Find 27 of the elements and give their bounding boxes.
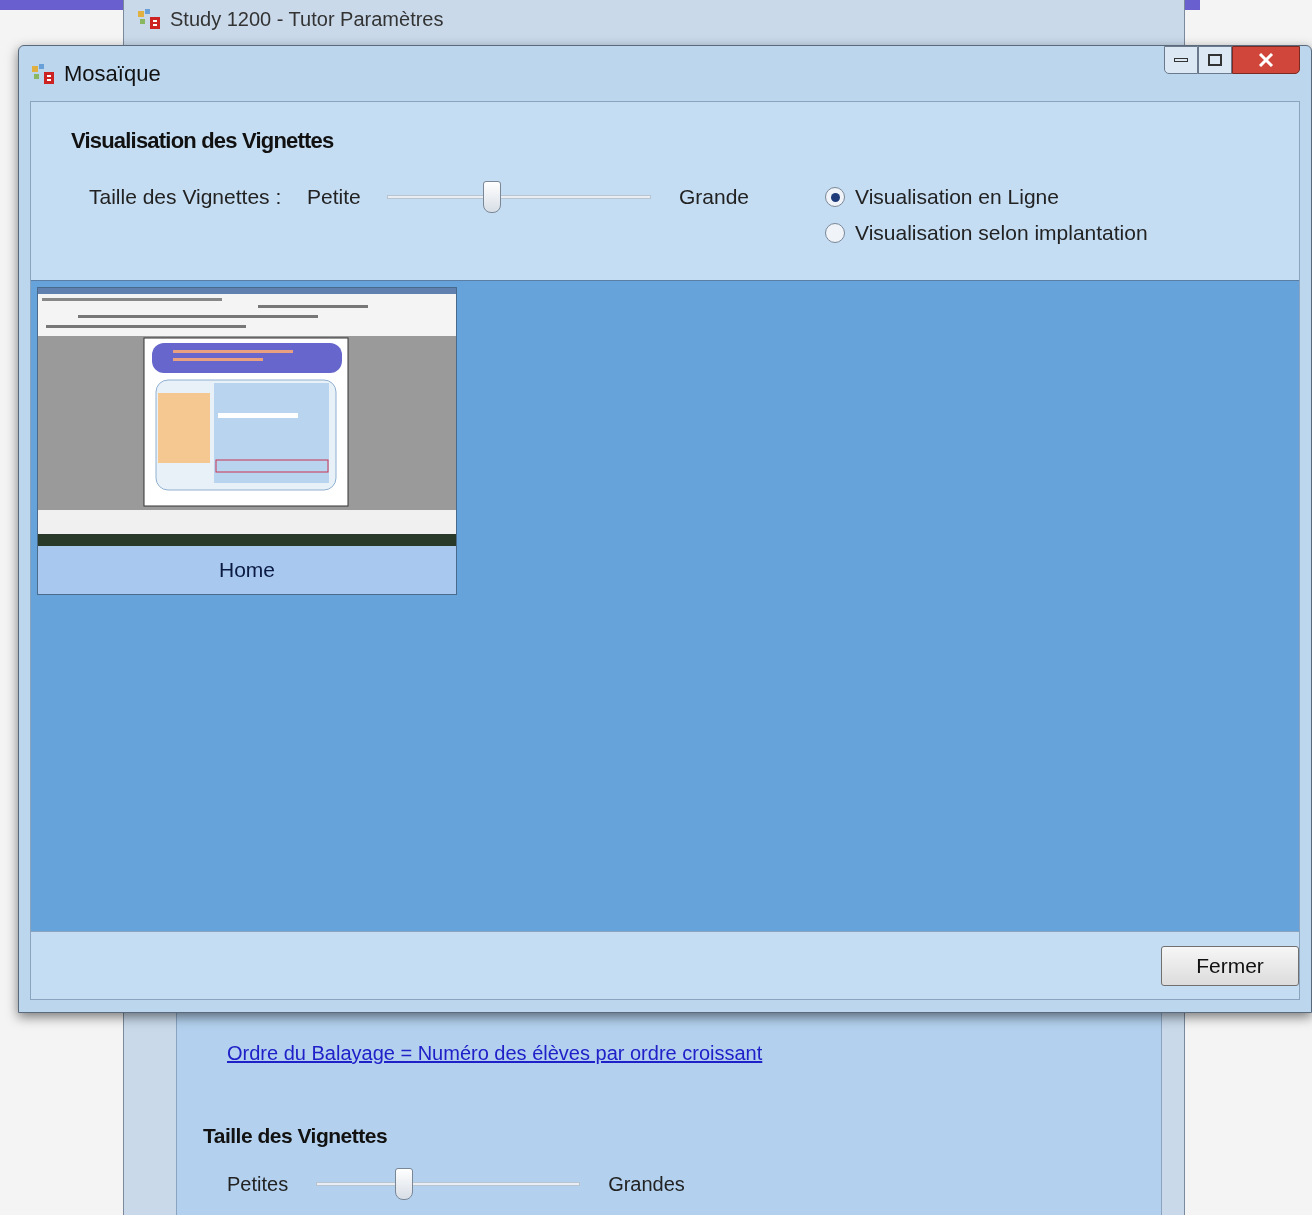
thumbnail-card[interactable]: Home (37, 287, 457, 595)
slider-thumb[interactable] (394, 1167, 413, 1200)
window-title: Study 1200 - Tutor Paramètres (170, 7, 444, 32)
slider-min-label: Petite (307, 184, 362, 211)
slider-min-label: Petites (227, 1171, 289, 1197)
slider-thumb[interactable] (482, 181, 501, 213)
size-label: Taille des Vignettes : (89, 184, 283, 211)
close-dialog-button[interactable]: Fermer (1161, 945, 1299, 986)
radio-button[interactable] (825, 223, 845, 243)
window-title: Mosaïque (64, 60, 161, 88)
thumbnail-caption: Home (218, 557, 276, 583)
app-icon (136, 8, 162, 30)
size-slider[interactable] (387, 179, 651, 215)
radio-button[interactable] (825, 187, 845, 207)
section-heading: Taille des Vignettes (203, 1123, 389, 1149)
minimize-button[interactable] (1164, 46, 1198, 74)
close-button[interactable] (1232, 46, 1300, 74)
close-icon (1258, 53, 1274, 67)
section-heading: Visualisation des Vignettes (71, 127, 335, 155)
slider-max-label: Grandes (608, 1171, 685, 1197)
maximize-button[interactable] (1198, 46, 1232, 74)
slider-max-label: Grande (679, 184, 751, 211)
view-radio-option[interactable]: Visualisation en Ligne (825, 179, 1148, 215)
view-radio-option[interactable]: Visualisation selon implantation (825, 215, 1148, 251)
app-icon (30, 62, 56, 85)
link[interactable]: Ordre du Balayage = Numéro des élèves par ordre croissant (227, 1038, 1111, 1068)
size-slider[interactable] (316, 1165, 581, 1202)
